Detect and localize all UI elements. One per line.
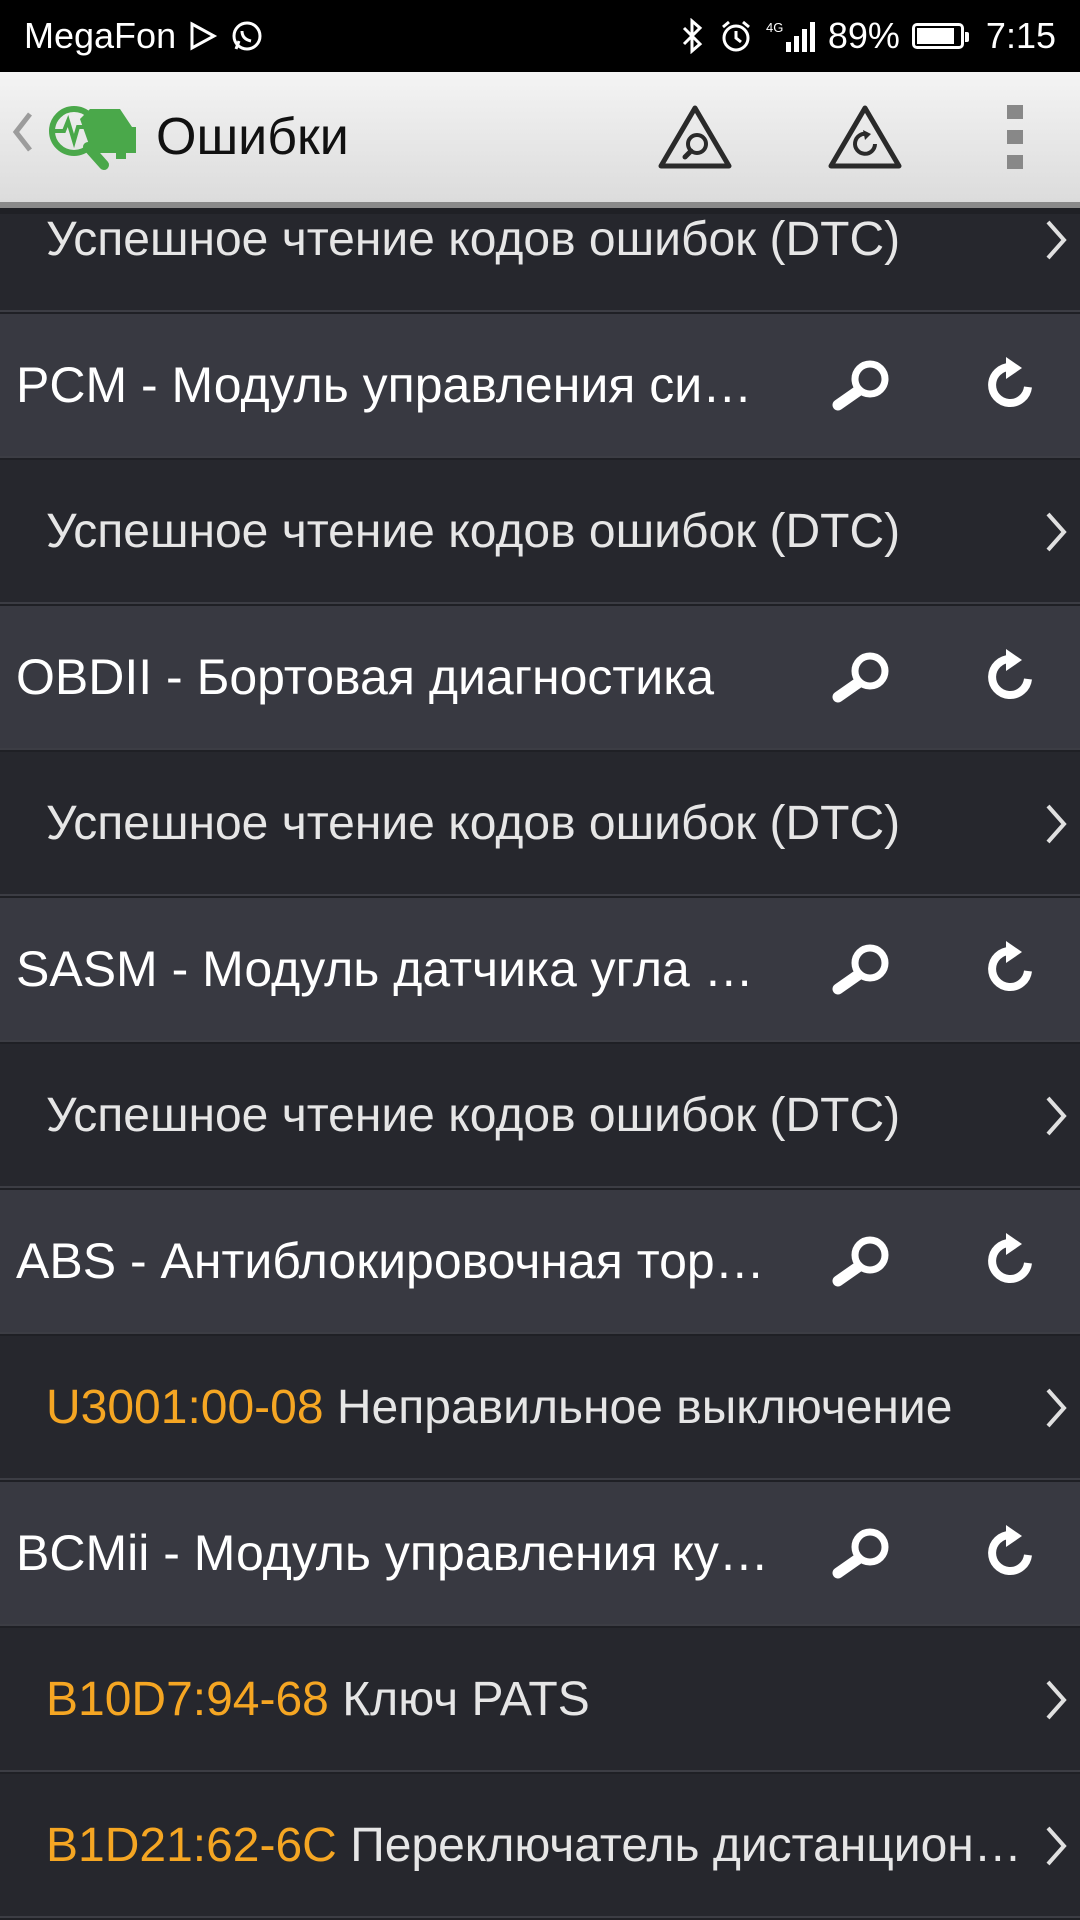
dtc-code-row[interactable]: U3001:00-08 Неправильное выключение: [0, 1336, 1080, 1480]
module-title: PCM - Модуль управления силовым агрегато…: [16, 357, 776, 413]
dtc-entry: B10D7:94-68 Ключ PATS: [46, 1672, 1026, 1727]
scan-warning-icon[interactable]: [610, 69, 780, 205]
overflow-menu-icon[interactable]: [950, 69, 1080, 205]
refresh-icon[interactable]: [940, 1481, 1080, 1625]
chevron-right-icon: [1044, 1628, 1068, 1772]
dtc-description: Ключ PATS: [342, 1672, 590, 1726]
chevron-right-icon: [1044, 1774, 1068, 1918]
dtc-code: U3001:00-08: [46, 1380, 324, 1434]
dtc-status-row[interactable]: Успешное чтение кодов ошибок (DTC): [0, 460, 1080, 604]
app-logo-icon[interactable]: [40, 97, 140, 177]
dtc-code-row[interactable]: B1D21:62-6C Переключатель дистанционного: [0, 1774, 1080, 1918]
search-icon[interactable]: [794, 897, 934, 1041]
clock: 7:15: [985, 15, 1056, 56]
action-bar: Ошибки: [0, 72, 1080, 208]
battery-percent: 89%: [827, 15, 900, 56]
search-icon[interactable]: [794, 1481, 934, 1625]
dtc-entry: U3001:00-08 Неправильное выключение: [46, 1380, 1026, 1435]
dtc-status-text: Успешное чтение кодов ошибок (DTC): [46, 504, 901, 558]
dtc-list: Успешное чтение кодов ошибок (DTC) PCM - …: [0, 214, 1080, 1920]
refresh-icon[interactable]: [940, 313, 1080, 457]
search-icon[interactable]: [794, 605, 934, 749]
module-title: SASM - Модуль датчика угла поворота: [16, 941, 776, 997]
dtc-status-text: Успешное чтение кодов ошибок (DTC): [46, 796, 901, 850]
search-icon[interactable]: [794, 1189, 934, 1333]
refresh-icon[interactable]: [940, 897, 1080, 1041]
dtc-status-row[interactable]: Успешное чтение кодов ошибок (DTC): [0, 214, 1080, 312]
whatsapp-icon: [230, 19, 264, 53]
carrier-label: MegaFon: [24, 15, 177, 56]
module-title: OBDII - Бортовая диагностика: [16, 649, 714, 705]
module-title: BCMii - Модуль управления кузовом: [16, 1525, 776, 1581]
module-row[interactable]: ABS - Антиблокировочная тормозная систем…: [0, 1190, 1080, 1334]
module-row[interactable]: PCM - Модуль управления силовым агрегато…: [0, 314, 1080, 458]
chevron-right-icon: [1044, 214, 1068, 312]
module-title: ABS - Антиблокировочная тормозная систем…: [16, 1233, 776, 1289]
dtc-code-row[interactable]: B10D7:94-68 Ключ PATS: [0, 1628, 1080, 1772]
chevron-right-icon: [1044, 1044, 1068, 1188]
signal-4g-icon: 4G: [766, 18, 816, 54]
dtc-description: Переключатель дистанционного: [350, 1818, 1026, 1872]
svg-text:4G: 4G: [766, 20, 783, 35]
dtc-status-text: Успешное чтение кодов ошибок (DTC): [46, 214, 901, 266]
search-icon[interactable]: [794, 313, 934, 457]
refresh-icon[interactable]: [940, 1189, 1080, 1333]
back-chevron-icon[interactable]: [10, 110, 40, 165]
module-row[interactable]: OBDII - Бортовая диагностика: [0, 606, 1080, 750]
dtc-entry: B1D21:62-6C Переключатель дистанционного: [46, 1818, 1026, 1873]
chevron-right-icon: [1044, 460, 1068, 604]
module-row[interactable]: SASM - Модуль датчика угла поворота: [0, 898, 1080, 1042]
status-bar: MegaFon 4G 89% 7:15: [0, 0, 1080, 72]
play-store-icon: [188, 21, 218, 51]
clear-warning-icon[interactable]: [780, 69, 950, 205]
chevron-right-icon: [1044, 752, 1068, 896]
module-row[interactable]: BCMii - Модуль управления кузовом: [0, 1482, 1080, 1626]
chevron-right-icon: [1044, 1336, 1068, 1480]
alarm-icon: [718, 18, 754, 54]
bluetooth-icon: [680, 18, 706, 54]
dtc-description: Неправильное выключение: [336, 1380, 953, 1434]
dtc-status-row[interactable]: Успешное чтение кодов ошибок (DTC): [0, 752, 1080, 896]
page-title: Ошибки: [156, 108, 349, 166]
dtc-code: B1D21:62-6C: [46, 1818, 337, 1872]
refresh-icon[interactable]: [940, 605, 1080, 749]
dtc-status-text: Успешное чтение кодов ошибок (DTC): [46, 1088, 901, 1142]
dtc-status-row[interactable]: Успешное чтение кодов ошибок (DTC): [0, 1044, 1080, 1188]
battery-icon: [911, 23, 969, 49]
dtc-code: B10D7:94-68: [46, 1672, 329, 1726]
